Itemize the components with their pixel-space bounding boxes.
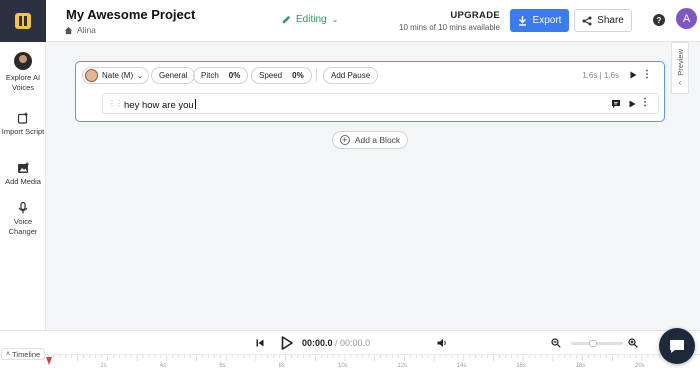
voice-avatar-icon [14, 52, 32, 70]
project-title[interactable]: My Awesome Project [66, 7, 195, 22]
share-icon [582, 16, 592, 25]
duration-readout: 1.6s | 1.6s [582, 71, 619, 80]
chat-support-button[interactable] [659, 328, 695, 364]
speed-control[interactable]: Speed 0% [251, 67, 312, 84]
style-selector[interactable]: General [151, 67, 196, 84]
sidebar-item-label: Voice Changer [8, 217, 38, 236]
usage-text: 10 mins of 10 mins available [399, 23, 500, 32]
text-block[interactable]: ⋮⋮ hey how are you ⋮ [102, 93, 659, 114]
sidebar-item-explore-voices[interactable]: Explore AI Voices [0, 52, 46, 93]
export-button[interactable]: Export [510, 9, 569, 32]
add-media-icon [17, 162, 29, 173]
ruler-tick-label: 16s [516, 363, 526, 369]
voice-changer-icon [18, 202, 28, 214]
chevron-down-icon: ⌄ [331, 15, 339, 24]
sidebar-item-voice-changer[interactable]: Voice Changer [0, 202, 46, 237]
ruler-tick-label: 6s [219, 363, 225, 369]
add-pause-button[interactable]: Add Pause [323, 67, 379, 84]
left-sidebar: Explore AI Voices Import Script Add Medi… [0, 42, 46, 330]
pitch-label: Pitch [201, 71, 219, 80]
plus-icon: + [339, 135, 350, 145]
sidebar-item-label: Import Script [1, 127, 45, 136]
mode-dropdown[interactable]: Editing ⌄ [282, 14, 338, 25]
voice-selector[interactable]: Nate (M) ⌄ [82, 67, 149, 84]
add-pause-label: Add Pause [331, 71, 371, 80]
play-icon[interactable] [630, 71, 637, 79]
playhead-marker[interactable] [46, 357, 52, 365]
ruler-tick-label: 20s [635, 363, 645, 369]
mode-label: Editing [296, 14, 327, 25]
add-block-button[interactable]: + Add a Block [332, 131, 408, 149]
preview-label: Preview [675, 49, 685, 76]
sidebar-item-label: Add Media [5, 177, 41, 186]
zoom-in-icon[interactable] [628, 338, 638, 348]
pencil-icon [282, 15, 291, 24]
play-icon[interactable] [281, 336, 293, 350]
sidebar-item-add-media[interactable]: Add Media [0, 162, 46, 187]
pitch-control[interactable]: Pitch 0% [193, 67, 249, 84]
chevron-down-icon: ⌄ [137, 72, 143, 80]
more-options-icon[interactable]: ⋮ [642, 70, 652, 80]
ruler-tick-label: 8s [279, 363, 285, 369]
chat-icon [670, 339, 684, 353]
voice-name: Nate (M) [102, 71, 134, 80]
breadcrumb-label: Alina [77, 25, 96, 35]
speed-value: 0% [292, 71, 304, 80]
voice-block-card[interactable]: Nate (M) ⌄ General Pitch 0% Speed 0% Add… [75, 61, 665, 122]
current-time: 00:00.0 [302, 338, 333, 348]
ruler-tick-label: 18s [576, 363, 586, 369]
play-icon[interactable] [629, 100, 636, 108]
sidebar-item-label: Explore AI Voices [5, 73, 41, 92]
top-bar: My Awesome Project Alina Editing ⌄ UPGRA… [0, 0, 700, 42]
ruler-tick-label: 12s [397, 363, 407, 369]
home-icon [64, 26, 73, 34]
speed-label: Speed [259, 71, 283, 80]
divider [316, 69, 317, 82]
zoom-slider[interactable] [571, 340, 623, 347]
playback-time: 00:00.0 / 00:00.0 [302, 338, 370, 348]
zoom-slider-handle[interactable] [589, 340, 597, 347]
comment-icon[interactable] [611, 99, 621, 109]
ruler-ticks: 2s 4s 6s 8s 10s 12s 14s 16s 18s 20s [48, 355, 684, 369]
logo-icon [15, 13, 31, 29]
drag-handle-icon[interactable]: ⋮⋮ [108, 99, 123, 108]
timeline-toggle[interactable]: ˄ Timeline [1, 348, 46, 360]
app-logo[interactable] [0, 0, 46, 42]
upgrade-title[interactable]: UPGRADE [399, 10, 500, 21]
breadcrumb[interactable]: Alina [64, 25, 96, 35]
volume-icon[interactable] [437, 338, 448, 348]
ruler-tick-label: 14s [457, 363, 467, 369]
pitch-value: 0% [228, 71, 241, 80]
style-label: General [159, 71, 188, 80]
upgrade-info[interactable]: UPGRADE 10 mins of 10 mins available [399, 10, 500, 32]
import-script-icon [17, 112, 28, 124]
timeline-label: Timeline [12, 349, 41, 359]
timeline-ruler[interactable]: ˄ Timeline 2s 4s 6s 8s 10s 12s 14s 16s 18s 20s [0, 348, 700, 370]
ruler-tick-label: 10s [338, 363, 348, 369]
sidebar-item-import-script[interactable]: Import Script [0, 112, 46, 137]
time-separator: / [332, 338, 341, 348]
export-label: Export [532, 15, 562, 26]
ruler-tick-label: 2s [100, 363, 106, 369]
playback-bar: 00:00.0 / 00:00.0 [0, 330, 700, 354]
chevron-left-icon: ‹ [678, 77, 682, 87]
ruler-tick-label: 4s [160, 363, 166, 369]
share-label: Share [597, 15, 624, 26]
skip-to-start-icon[interactable] [256, 339, 264, 347]
total-time: 00:00.0 [340, 338, 371, 348]
more-options-icon[interactable]: ⋮ [640, 98, 650, 108]
voice-avatar [85, 69, 98, 82]
help-icon[interactable]: ? [653, 14, 665, 26]
preview-panel-toggle[interactable]: Preview ‹ [671, 42, 689, 94]
add-block-label: Add a Block [354, 135, 401, 145]
chevron-up-icon: ˄ [6, 350, 11, 358]
zoom-out-icon[interactable] [551, 338, 561, 348]
user-avatar[interactable]: A [676, 8, 697, 29]
share-button[interactable]: Share [574, 9, 632, 32]
block-text-input[interactable]: hey how are you [124, 99, 196, 111]
download-icon [518, 15, 526, 26]
